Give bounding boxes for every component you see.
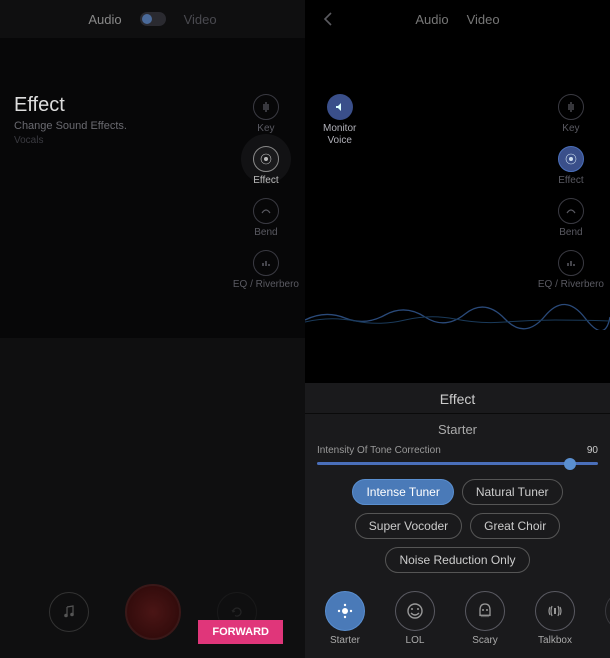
effect-overlay: Effect Change Sound Effects. Vocals [14, 94, 127, 146]
effect-overlay-sub2: Vocals [14, 135, 127, 146]
pill-noise-reduction[interactable]: Noise Reduction Only [385, 547, 529, 573]
key-icon [253, 94, 279, 120]
effect-label: Effect [253, 175, 278, 186]
pill-super-vocoder[interactable]: Super Vocoder [355, 513, 462, 539]
slider-thumb[interactable] [564, 458, 576, 470]
effect-talkbox[interactable]: Talkbox [529, 591, 581, 646]
effect-overlay-title: Effect [14, 94, 127, 117]
effect-starter[interactable]: Starter [319, 591, 371, 646]
waveform-area: Monitor Voice Key Effect Bend [305, 38, 610, 338]
music-icon [61, 604, 77, 620]
intensity-row: Intensity Of Tone Correction 90 [305, 443, 610, 456]
bend-label: Bend [559, 227, 582, 238]
waveform-area: Effect Change Sound Effects. Vocals Key … [0, 38, 305, 338]
retry-icon [229, 604, 245, 620]
effect-scary[interactable]: Scary [459, 591, 511, 646]
talkbox-icon [535, 591, 575, 631]
starter-label: Starter [330, 635, 360, 646]
eq-button[interactable]: EQ / Riverbero [233, 250, 299, 290]
side-buttons: Key Effect Bend EQ / Riverbero [233, 94, 299, 290]
effect-bottom-sheet: Effect Starter Intensity Of Tone Correct… [305, 383, 610, 658]
header-tabs: Audio Video [415, 12, 499, 27]
tab-video[interactable]: Video [184, 12, 217, 27]
forward-button[interactable]: FORWARD [198, 620, 283, 644]
record-button[interactable] [125, 584, 181, 640]
key-label: Key [562, 123, 579, 134]
bend-button[interactable]: Bend [558, 198, 584, 238]
eq-label: EQ / Riverbero [233, 279, 299, 290]
monitor-label: Monitor Voice [323, 123, 356, 146]
effect-lol[interactable]: LOL [389, 591, 441, 646]
bend-icon [253, 198, 279, 224]
back-button[interactable] [319, 10, 337, 28]
lol-label: LOL [406, 635, 425, 646]
music-button[interactable] [49, 592, 89, 632]
key-label: Key [257, 123, 274, 134]
key-button[interactable]: Key [253, 94, 279, 134]
lol-icon [395, 591, 435, 631]
eq-icon [558, 250, 584, 276]
pill-great-choir[interactable]: Great Choir [470, 513, 560, 539]
sheet-title: Effect [305, 383, 610, 414]
effect-button[interactable]: Effect [253, 146, 279, 186]
effect-mod[interactable]: Mod [599, 591, 610, 646]
monitor-voice-button[interactable]: Monitor Voice [323, 94, 356, 146]
intensity-value: 90 [587, 445, 598, 456]
effect-icon [558, 146, 584, 172]
effect-label: Effect [558, 175, 583, 186]
speaker-icon [327, 94, 353, 120]
bend-icon [558, 198, 584, 224]
effect-presets-row: Starter LOL Scary Talkbox [305, 583, 610, 658]
header: Audio Video [305, 0, 610, 38]
tab-audio[interactable]: Audio [415, 12, 448, 27]
tab-audio[interactable]: Audio [88, 12, 121, 27]
effect-button[interactable]: Effect [558, 146, 584, 186]
tuner-options: Intense Tuner Natural Tuner Super Vocode… [305, 475, 610, 583]
scary-label: Scary [472, 635, 498, 646]
scary-icon [465, 591, 505, 631]
intensity-slider[interactable] [305, 456, 610, 475]
key-button[interactable]: Key [558, 94, 584, 134]
side-buttons: Key Effect Bend EQ / Riverbero [538, 94, 604, 290]
pill-intense-tuner[interactable]: Intense Tuner [352, 479, 453, 505]
bend-label: Bend [254, 227, 277, 238]
effect-overlay-sub: Change Sound Effects. [14, 120, 127, 132]
right-screen: Audio Video Monitor Voice Key Effect [305, 0, 610, 658]
effect-icon [253, 146, 279, 172]
bend-button[interactable]: Bend [253, 198, 279, 238]
talkbox-label: Talkbox [538, 635, 572, 646]
eq-icon [253, 250, 279, 276]
key-icon [558, 94, 584, 120]
tab-video[interactable]: Video [467, 12, 500, 27]
header: Audio Video [0, 0, 305, 38]
audio-video-toggle[interactable] [140, 12, 166, 26]
left-screen: Audio Video Effect Change Sound Effects.… [0, 0, 305, 658]
pill-natural-tuner[interactable]: Natural Tuner [462, 479, 563, 505]
header-tabs: Audio Video [88, 12, 216, 27]
mod-icon [605, 591, 610, 631]
intensity-label: Intensity Of Tone Correction [317, 445, 441, 456]
waveform-visual [305, 280, 610, 330]
back-icon [319, 10, 337, 28]
starter-icon [325, 591, 365, 631]
sheet-subtitle: Starter [305, 414, 610, 443]
